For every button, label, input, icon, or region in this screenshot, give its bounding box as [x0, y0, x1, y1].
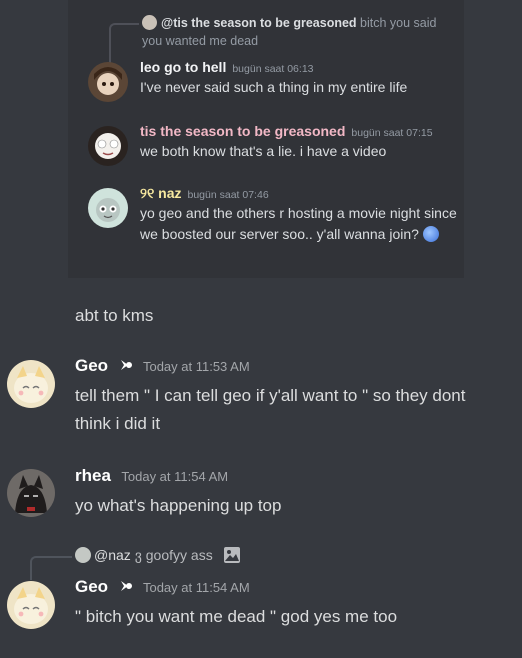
avatar — [88, 126, 128, 166]
reply-text: goofyy ass — [141, 547, 213, 563]
avatar[interactable] — [7, 581, 55, 629]
heart-arrow-icon — [119, 358, 133, 377]
heart-arrow-icon — [119, 579, 133, 598]
username[interactable]: Geo — [75, 577, 108, 596]
message-text: yo geo and the others r hosting a movie … — [140, 203, 458, 245]
message-text: " bitch you want me dead " god yes me to… — [75, 607, 398, 626]
message-text: yo what's happening up top — [75, 496, 282, 515]
avatar[interactable] — [7, 469, 55, 517]
embedded-screenshot: @tis the season to be greasoned bitch yo… — [68, 0, 464, 278]
reply-avatar-icon — [142, 15, 157, 30]
message-continuation: abt to kms — [75, 306, 154, 325]
message-text: tell them " I can tell geo if y'all want… — [75, 386, 466, 433]
username[interactable]: tis the season to be greasoned — [140, 123, 345, 139]
username[interactable]: ୨୧ naz — [140, 185, 182, 201]
embed-reply-preview: @tis the season to be greasoned bitch yo… — [109, 14, 452, 63]
timestamp: bugün saat 07:46 — [187, 189, 269, 201]
reply-glyph: ვ — [134, 547, 142, 563]
avatar[interactable] — [7, 360, 55, 408]
username[interactable]: leo go to hell — [140, 59, 226, 75]
timestamp: bugün saat 06:13 — [232, 63, 314, 75]
avatar — [88, 62, 128, 102]
reply-spine — [30, 556, 72, 580]
message-text: I've never said such a thing in my entir… — [140, 79, 408, 95]
message-text-content: yo geo and the others r hosting a movie … — [140, 205, 457, 242]
reply-avatar-icon — [75, 547, 91, 563]
message-text: we both know that's a lie. i have a vide… — [140, 143, 387, 159]
avatar — [88, 188, 128, 228]
image-icon — [223, 546, 241, 569]
timestamp: Today at 11:53 AM — [142, 359, 250, 374]
reply-spine — [109, 23, 139, 63]
username[interactable]: rhea — [75, 466, 111, 485]
timestamp: bugün saat 07:15 — [351, 127, 433, 139]
timestamp: Today at 11:54 AM — [121, 469, 229, 484]
blue-emoji-icon — [422, 226, 439, 242]
timestamp: Today at 11:54 AM — [142, 580, 250, 595]
reply-mention[interactable]: @naz — [94, 547, 131, 563]
reply-preview[interactable]: @naz ვ goofyy ass — [30, 545, 241, 580]
username[interactable]: Geo — [75, 356, 108, 375]
reply-mention: @tis the season to be greasoned — [161, 16, 357, 30]
